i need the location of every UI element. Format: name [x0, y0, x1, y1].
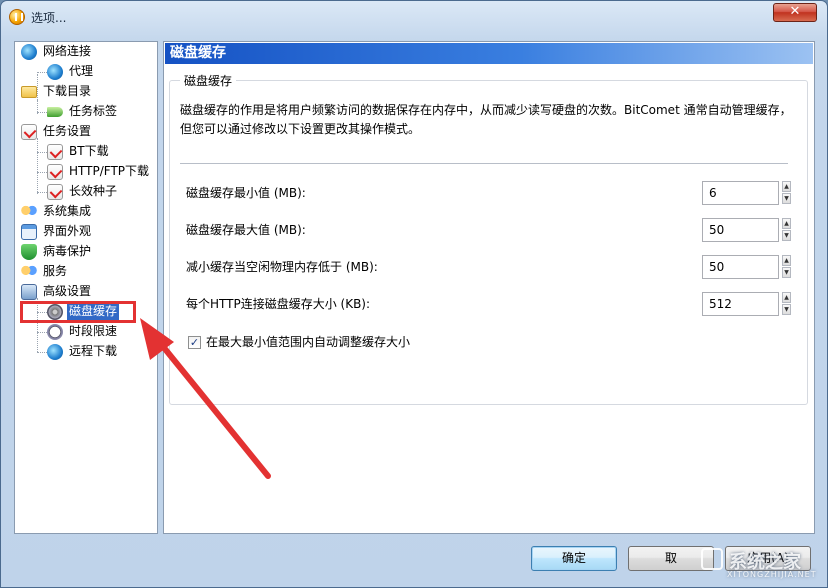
tree-item-label: 长效种子: [69, 184, 118, 198]
description-text: 磁盘缓存的作用是将用户频繁访问的数据保存在内存中，从而减少读写硬盘的次数。Bit…: [180, 103, 792, 136]
people-icon: [21, 204, 37, 220]
task-icon: [47, 164, 63, 180]
tree-item-label: 网络连接: [43, 44, 92, 58]
globe-icon: [21, 44, 37, 60]
max-cache-input[interactable]: 50: [702, 218, 779, 242]
tag-icon: [47, 107, 63, 117]
bitcomet-app-icon: [9, 9, 25, 25]
separator: [180, 163, 788, 164]
tree-item-label: 服务: [43, 264, 68, 278]
watermark-subtext: XITONGZHIJIA.NET: [727, 570, 817, 579]
tree-item-label: 高级设置: [43, 284, 92, 298]
free-memory-label: 减小缓存当空闲物理内存低于 (MB):: [186, 260, 378, 274]
auto-adjust-checkbox[interactable]: ✓: [188, 336, 201, 349]
max-cache-label: 磁盘缓存最大值 (MB):: [186, 223, 306, 237]
watermark: 系统之家 XITONGZHIJIA.NET: [701, 542, 821, 582]
http-cache-input[interactable]: 512: [702, 292, 779, 316]
options-window: 选项... ✕ 网络连接 代理 下载目录 任务标签 任务设置 BT下载 HTTP…: [0, 0, 828, 588]
spin-up-icon[interactable]: ▲: [782, 292, 791, 303]
highlight-box: [20, 301, 136, 323]
http-cache-stepper[interactable]: 512 ▲ ▼: [702, 292, 791, 316]
folder-icon: [21, 86, 37, 98]
spin-up-icon[interactable]: ▲: [782, 218, 791, 229]
globe-icon: [47, 344, 63, 360]
advanced-icon: [21, 284, 37, 300]
tree-connector: [37, 352, 47, 353]
tree-item-label: 任务标签: [69, 104, 118, 118]
people-icon: [21, 264, 37, 280]
spin-down-icon[interactable]: ▼: [782, 267, 791, 278]
window-icon: [21, 224, 37, 240]
min-cache-input[interactable]: 6: [702, 181, 779, 205]
proxy-globe-icon: [47, 64, 63, 80]
spin-up-icon[interactable]: ▲: [782, 181, 791, 192]
tree-item-label: 下载目录: [43, 84, 92, 98]
checkmark-icon: ✓: [189, 336, 200, 349]
tree-item-label: 系统集成: [43, 204, 92, 218]
watermark-logo-icon: [701, 548, 723, 570]
spin-down-icon[interactable]: ▼: [782, 304, 791, 315]
free-memory-stepper[interactable]: 50 ▲ ▼: [702, 255, 791, 279]
close-icon: ✕: [789, 4, 801, 19]
close-button[interactable]: ✕: [773, 3, 817, 22]
auto-adjust-label[interactable]: 在最大最小值范围内自动调整缓存大小: [206, 333, 410, 351]
free-memory-input[interactable]: 50: [702, 255, 779, 279]
tree-item-label: HTTP/FTP下载: [69, 164, 150, 178]
tree-item-label: 代理: [69, 64, 94, 78]
settings-tree: 网络连接 代理 下载目录 任务标签 任务设置 BT下载 HTTP/FTP下载 长…: [14, 41, 158, 534]
tree-item-label: 病毒保护: [43, 244, 92, 258]
tree-item-label: 任务设置: [43, 124, 92, 138]
window-title: 选项...: [31, 11, 67, 25]
min-cache-stepper[interactable]: 6 ▲ ▼: [702, 181, 791, 205]
settings-panel: 磁盘缓存 磁盘缓存 磁盘缓存的作用是将用户频繁访问的数据保存在内存中，从而减少读…: [163, 41, 815, 534]
task-icon: [47, 184, 63, 200]
panel-header: 磁盘缓存: [165, 43, 813, 64]
task-icon: [47, 144, 63, 160]
tree-item-label: 远程下载: [69, 344, 118, 358]
spin-up-icon[interactable]: ▲: [782, 255, 791, 266]
ok-button[interactable]: 确定: [531, 546, 617, 571]
tree-connector: [37, 192, 47, 193]
task-icon: [21, 124, 37, 140]
shield-icon: [21, 244, 37, 260]
spin-down-icon[interactable]: ▼: [782, 193, 791, 204]
tree-item-label: 时段限速: [69, 324, 118, 338]
tree-item-label: 界面外观: [43, 224, 92, 238]
tree-connector: [37, 332, 47, 333]
tree-connector: [37, 138, 38, 194]
group-label: 磁盘缓存: [180, 72, 237, 89]
spin-down-icon[interactable]: ▼: [782, 230, 791, 241]
max-cache-stepper[interactable]: 50 ▲ ▼: [702, 218, 791, 242]
tree-connector: [37, 152, 47, 153]
tree-connector: [37, 72, 47, 73]
tree-connector: [37, 112, 47, 113]
tree-item-label: BT下载: [69, 144, 109, 158]
title-bar[interactable]: 选项... ✕: [1, 1, 827, 33]
tree-connector: [37, 172, 47, 173]
min-cache-label: 磁盘缓存最小值 (MB):: [186, 186, 306, 200]
clock-icon: [47, 324, 63, 340]
http-cache-label: 每个HTTP连接磁盘缓存大小 (KB):: [186, 297, 371, 311]
